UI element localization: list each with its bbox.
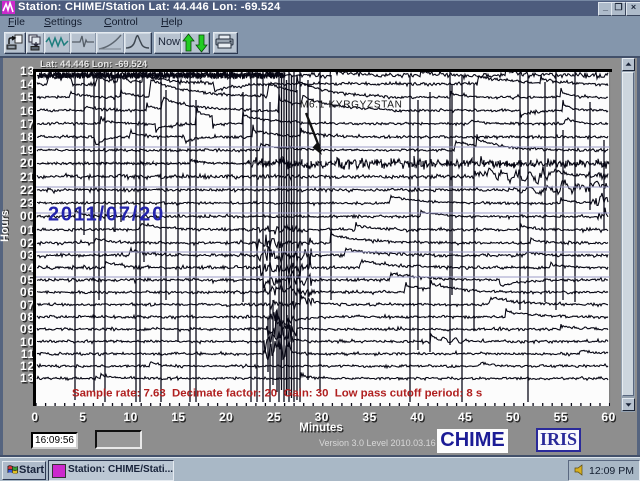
- svg-text:2011/07/20: 2011/07/20: [48, 204, 165, 226]
- svg-text:Sample rate: 7.63 Decimate fa: Sample rate: 7.63 Decimate factor: 20 Ga…: [72, 388, 482, 400]
- svg-text:M6.1 KYRGYZSTAN: M6.1 KYRGYZSTAN: [300, 100, 403, 111]
